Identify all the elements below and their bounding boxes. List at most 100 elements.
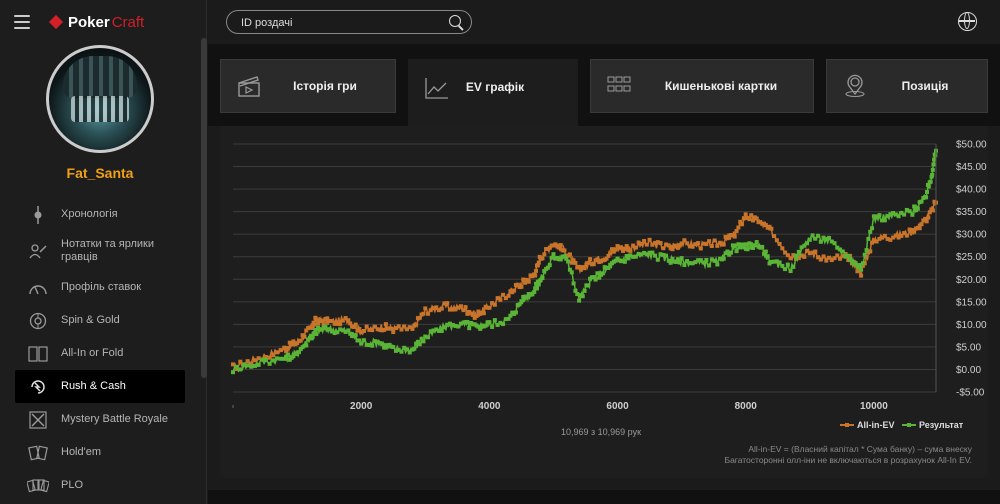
data-point xyxy=(370,343,375,348)
data-point xyxy=(580,294,585,299)
data-point xyxy=(780,246,785,251)
hands-count: 10,969 з 10,969 рук xyxy=(561,427,641,437)
sidebar-item-all-in-fold[interactable]: All-In or Fold xyxy=(15,337,185,370)
ev-formula-note: All-in-EV = (Власний капітал * Сума банк… xyxy=(748,444,972,454)
data-point xyxy=(740,222,745,227)
sidebar-item-bet-profile[interactable]: Профіль ставок xyxy=(15,271,185,304)
x-tick-label: 6000 xyxy=(606,401,629,412)
data-point xyxy=(664,253,669,258)
sidebar-item-timeline[interactable]: Хронологія xyxy=(15,198,185,231)
bottom-strip xyxy=(208,490,1000,504)
sidebar-item-holdem[interactable]: Hold'em xyxy=(15,436,185,469)
sidebar-item-spin-gold[interactable]: Spin & Gold xyxy=(15,304,185,337)
brand-logo[interactable]: Poker Craft xyxy=(48,14,144,31)
data-point xyxy=(282,345,287,350)
data-point xyxy=(566,259,571,264)
plo-cards-icon xyxy=(27,477,49,495)
sidebar-item-label: PLO xyxy=(61,479,84,491)
data-point xyxy=(534,268,539,273)
data-point xyxy=(736,225,741,230)
data-point xyxy=(558,243,563,248)
sidebar-scrollbar[interactable] xyxy=(201,38,207,378)
data-point xyxy=(827,235,832,240)
data-point xyxy=(818,239,823,244)
data-point xyxy=(412,346,417,351)
data-point xyxy=(586,260,591,265)
data-point xyxy=(382,327,387,332)
ev-chart: 2000 4000 6000 8000 10000 -$5.00 $0.00 $5.00 $1… xyxy=(231,140,987,465)
data-point xyxy=(732,234,737,239)
legend-marker xyxy=(845,423,849,427)
sidebar-nav: Хронологія Нотатки та ярлики гравців Про… xyxy=(15,198,185,502)
data-point xyxy=(319,318,324,323)
sidebar-item-plo[interactable]: PLO xyxy=(15,469,185,502)
sidebar-item-label: Hold'em xyxy=(61,446,102,458)
tab-ev-graph[interactable]: EV графік xyxy=(408,59,578,126)
data-point xyxy=(533,273,538,278)
data-point xyxy=(904,233,909,238)
data-point xyxy=(930,167,935,172)
data-point xyxy=(653,253,658,258)
legend-marker xyxy=(907,423,911,427)
y-tick-label: $20.00 xyxy=(956,275,987,286)
data-point xyxy=(391,345,396,350)
data-point xyxy=(465,319,470,324)
data-point xyxy=(391,329,396,334)
data-point xyxy=(668,260,673,265)
data-point xyxy=(924,195,929,200)
tab-position[interactable]: Позиція xyxy=(826,59,988,113)
data-point xyxy=(256,356,261,361)
data-point xyxy=(933,153,938,158)
data-point xyxy=(421,311,426,316)
data-point xyxy=(924,219,929,224)
data-point xyxy=(526,279,531,284)
data-point xyxy=(588,257,593,262)
data-point xyxy=(864,248,869,253)
sidebar-item-label: All-In or Fold xyxy=(61,347,124,359)
data-point xyxy=(549,255,554,260)
data-point xyxy=(314,317,319,322)
data-point xyxy=(361,338,366,343)
data-point xyxy=(785,262,790,267)
sidebar-item-notes[interactable]: Нотатки та ярлики гравців xyxy=(15,231,185,271)
sidebar-item-mystery-battle[interactable]: Mystery Battle Royale xyxy=(15,403,185,436)
data-point xyxy=(919,222,924,227)
data-point xyxy=(252,363,257,368)
sidebar-item-label: Хронологія xyxy=(61,208,118,220)
multiway-note: Багатосторонні олл-іни не включаються в … xyxy=(724,455,972,465)
search-icon[interactable] xyxy=(449,15,461,27)
avatar[interactable] xyxy=(46,45,154,153)
data-point xyxy=(791,264,796,269)
data-point xyxy=(721,242,726,247)
data-point xyxy=(788,269,793,274)
data-point xyxy=(868,249,873,254)
data-point xyxy=(421,339,426,344)
data-point xyxy=(600,271,605,276)
globe-icon[interactable] xyxy=(958,12,977,31)
x-tick-label: 2000 xyxy=(350,401,373,412)
y-tick-label: $40.00 xyxy=(956,185,987,196)
y-tick-label: $10.00 xyxy=(956,320,987,331)
data-point xyxy=(712,238,717,243)
data-point xyxy=(928,179,933,184)
data-point xyxy=(312,322,317,327)
data-point xyxy=(302,334,307,339)
menu-icon[interactable] xyxy=(14,15,30,29)
search-input[interactable] xyxy=(239,14,443,32)
tab-label: Історія гри xyxy=(293,79,357,93)
data-point xyxy=(765,254,770,259)
data-point xyxy=(458,304,463,309)
chart-legend: All-in-EV Результат xyxy=(840,420,964,430)
data-point xyxy=(278,356,283,361)
y-tick-label: $35.00 xyxy=(956,207,987,218)
data-point xyxy=(912,204,917,209)
tab-pocket-cards[interactable]: Кишенькові картки xyxy=(590,59,814,113)
tab-game-history[interactable]: Історія гри xyxy=(220,59,396,113)
data-point xyxy=(930,172,935,177)
data-point xyxy=(562,248,567,253)
data-point xyxy=(256,362,261,367)
notes-icon xyxy=(27,242,49,260)
sidebar-item-label: Mystery Battle Royale xyxy=(61,413,168,425)
sidebar-item-rush-cash[interactable]: Rush & Cash xyxy=(15,370,185,403)
data-point xyxy=(628,248,633,253)
